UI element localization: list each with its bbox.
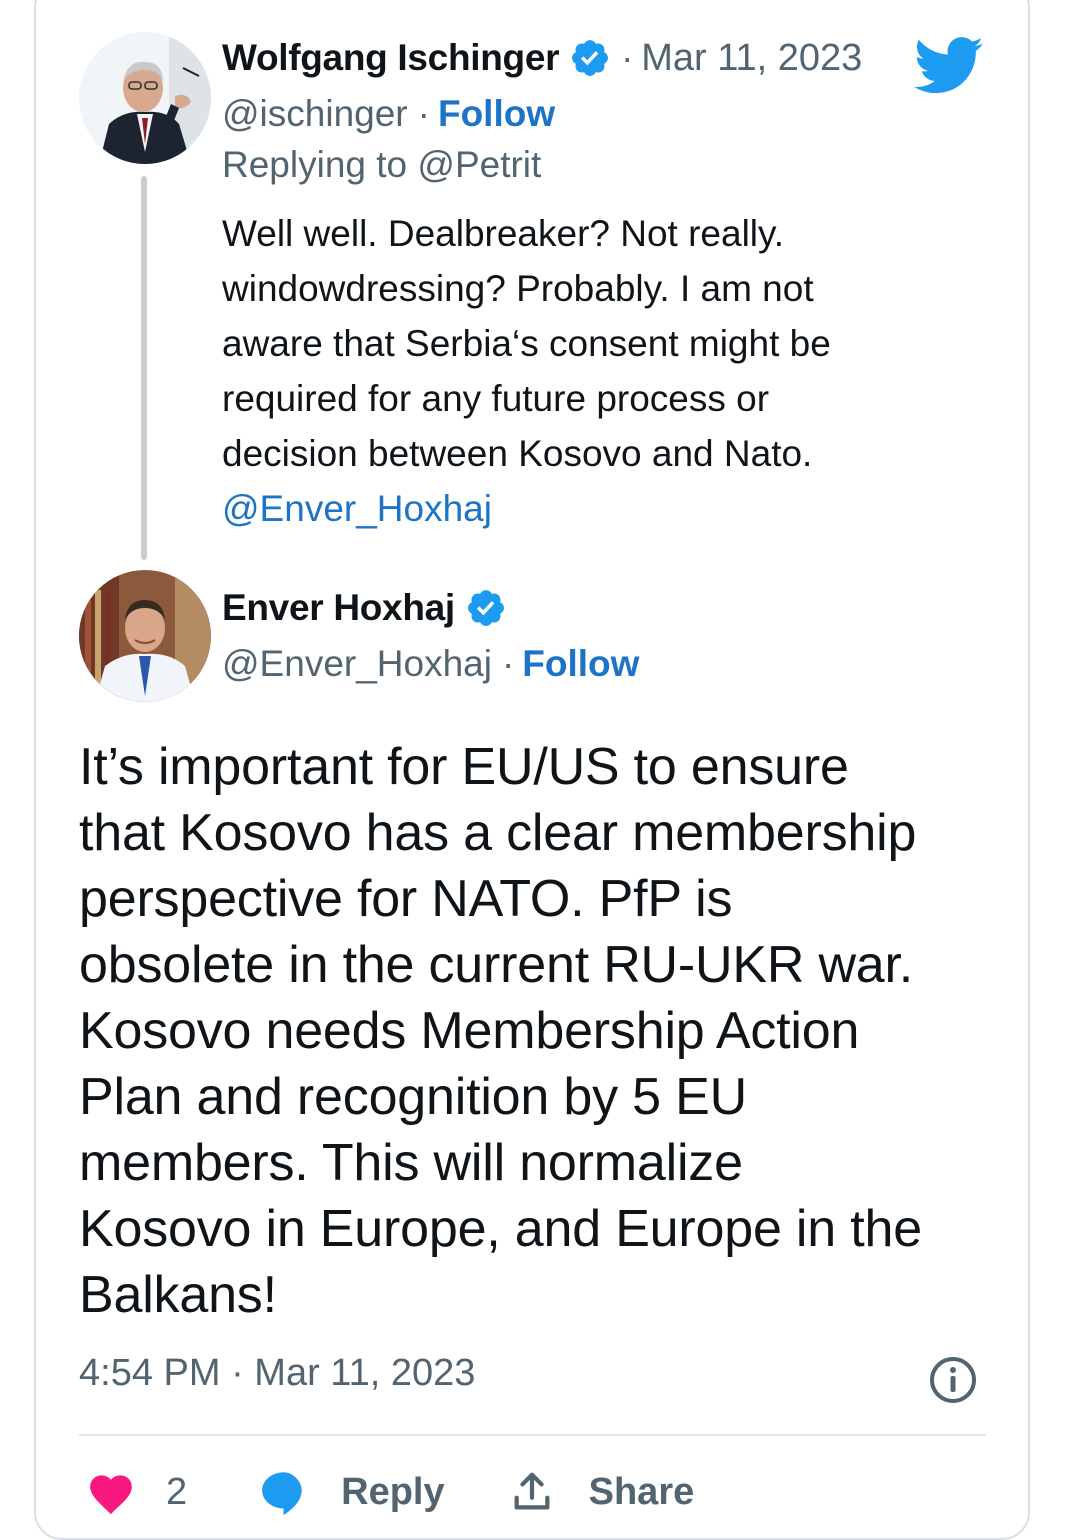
main-text-line: perspective for NATO. PfP is: [79, 870, 733, 928]
main-handle-row: @Enver_Hoxhaj · Follow: [222, 640, 639, 688]
tweet-timestamp[interactable]: 4:54 PM · Mar 11, 2023: [79, 1352, 475, 1395]
heart-icon: [86, 1469, 136, 1515]
parent-text-line: Well well. Dealbreaker? Not really.: [222, 213, 785, 254]
verified-badge-icon: [569, 37, 611, 79]
main-text-line: that Kosovo has a clear membership: [79, 804, 917, 862]
display-name-hoxhaj[interactable]: Enver Hoxhaj: [222, 587, 455, 629]
handle-ischinger[interactable]: @ischinger: [222, 93, 408, 135]
avatar-wolfgang-ischinger[interactable]: [79, 32, 211, 164]
handle-separator: ·: [417, 93, 430, 134]
share-icon: [509, 1469, 555, 1515]
main-text-line: members. This will normalize: [79, 1134, 743, 1192]
handle-enver-hoxhaj[interactable]: @Enver_Hoxhaj: [222, 643, 492, 685]
replying-to-label[interactable]: Replying to @Petrit: [222, 144, 541, 186]
header-separator: ·: [621, 37, 634, 78]
reply-bubble-icon: [259, 1469, 309, 1515]
main-tweet-text: It’s important for EU/US to ensure that …: [79, 734, 999, 1328]
tweet-actions-bar: 2 Reply Share: [86, 1462, 694, 1522]
handle-separator: ·: [501, 643, 515, 684]
reply-label: Reply: [341, 1470, 445, 1513]
main-text-line: Plan and recognition by 5 EU: [79, 1068, 747, 1126]
display-name-ischinger[interactable]: Wolfgang Ischinger: [222, 37, 560, 79]
main-tweet-header: Enver Hoxhaj: [222, 584, 507, 632]
verified-badge-icon: [465, 587, 507, 629]
main-text-line: It’s important for EU/US to ensure: [79, 738, 849, 796]
follow-hoxhaj-button[interactable]: Follow: [522, 643, 639, 685]
thread-connector-line: [141, 176, 147, 560]
parent-text-line: aware that Serbia‘s consent might be: [222, 323, 831, 364]
info-icon[interactable]: [928, 1355, 978, 1405]
parent-tweet-text: Well well. Dealbreaker? Not really. wind…: [222, 206, 942, 536]
like-button[interactable]: 2: [86, 1469, 187, 1515]
share-label: Share: [588, 1470, 695, 1513]
twitter-bird-icon[interactable]: [914, 36, 984, 96]
main-text-line: obsolete in the current RU-UKR war.: [79, 936, 914, 994]
parent-text-line: windowdressing? Probably. I am not: [222, 268, 814, 309]
actions-divider: [79, 1434, 986, 1436]
parent-text-line: decision between Kosovo and Nato.: [222, 433, 813, 474]
parent-text-line: required for any future process or: [222, 378, 770, 419]
like-count: 2: [166, 1470, 188, 1513]
parent-tweet-date[interactable]: Mar 11, 2023: [641, 37, 862, 80]
follow-ischinger-button[interactable]: Follow: [438, 93, 555, 135]
parent-tweet-header: Wolfgang Ischinger · Mar 11, 2023: [222, 34, 862, 82]
main-text-line: Kosovo needs Membership Action: [79, 1002, 860, 1060]
reply-button[interactable]: Reply: [259, 1469, 445, 1515]
share-button[interactable]: Share: [509, 1469, 695, 1515]
parent-handle-row: @ischinger · Follow: [222, 90, 555, 138]
main-text-line: Balkans!: [79, 1266, 277, 1324]
main-text-line: Kosovo in Europe, and Europe in the: [79, 1200, 922, 1258]
mention-enver-hoxhaj[interactable]: @Enver_Hoxhaj: [222, 481, 942, 536]
avatar-enver-hoxhaj[interactable]: [79, 570, 211, 702]
